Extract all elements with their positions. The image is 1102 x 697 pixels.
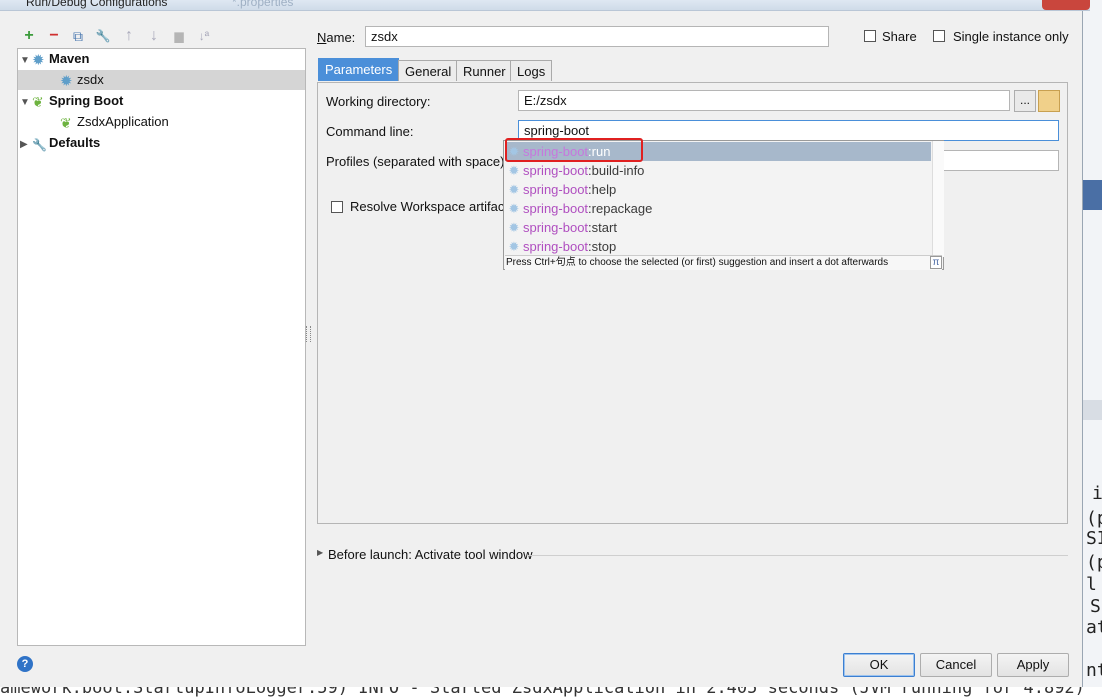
tree-item-defaults[interactable]: ▶ 🔧 Defaults bbox=[20, 133, 100, 153]
command-line-label: Command line: bbox=[326, 124, 414, 139]
background-gray-block bbox=[1083, 400, 1102, 420]
background-blue-block bbox=[1083, 180, 1102, 210]
profiles-label: Profiles (separated with space) bbox=[326, 154, 505, 169]
gear-icon: ✹ bbox=[508, 201, 520, 216]
name-label: Name: bbox=[317, 30, 356, 45]
gear-icon: ✹ bbox=[508, 163, 520, 178]
ok-button[interactable]: OK bbox=[843, 653, 915, 677]
pi-icon[interactable]: π bbox=[930, 256, 942, 269]
share-label[interactable]: Share bbox=[882, 29, 917, 44]
console-text: SI bbox=[1086, 528, 1102, 549]
tab-runner[interactable]: Runner bbox=[456, 60, 513, 81]
tab-general[interactable]: General bbox=[398, 60, 459, 81]
divider bbox=[527, 555, 1068, 556]
console-text: i bbox=[1092, 483, 1102, 504]
gear-icon: ✹ bbox=[508, 182, 520, 197]
cancel-button[interactable]: Cancel bbox=[920, 653, 992, 677]
console-text: (p bbox=[1086, 552, 1102, 573]
browse-button[interactable]: ... bbox=[1014, 90, 1036, 112]
close-window-button[interactable] bbox=[1042, 0, 1090, 10]
spring-boot-app-icon: ❦ bbox=[60, 115, 72, 131]
popup-scrollbar[interactable] bbox=[932, 141, 944, 257]
name-input[interactable]: zsdx bbox=[365, 26, 829, 47]
chevron-right-icon[interactable]: ▶ bbox=[317, 548, 323, 557]
background-tab-title: *.properties bbox=[232, 0, 294, 9]
gear-icon: ✹ bbox=[32, 52, 45, 69]
title-bar[interactable]: Run/Debug Configurations *.properties bbox=[0, 0, 1090, 11]
resolve-workspace-checkbox[interactable] bbox=[331, 201, 343, 213]
suggestion-item[interactable]: ✹ spring-boot:start bbox=[505, 218, 931, 237]
apply-button[interactable]: Apply bbox=[997, 653, 1069, 677]
background-console-bottom: amework.boot.StartupInfoLogger:59) INFO … bbox=[0, 687, 1102, 697]
chevron-right-icon[interactable]: ▶ bbox=[20, 135, 32, 155]
move-up-icon[interactable]: ↑ bbox=[120, 27, 138, 45]
chevron-down-icon[interactable]: ▼ bbox=[20, 51, 32, 71]
single-instance-checkbox[interactable] bbox=[933, 30, 945, 42]
name-label-text: ame: bbox=[326, 30, 356, 45]
console-text: nt bbox=[1086, 660, 1102, 681]
single-instance-label[interactable]: Single instance only bbox=[953, 29, 1069, 44]
profiles-input[interactable] bbox=[940, 150, 1059, 171]
splitter-handle[interactable] bbox=[306, 326, 311, 342]
console-text: S bbox=[1090, 596, 1101, 617]
console-log-line: amework.boot.StartupInfoLogger:59) INFO … bbox=[0, 687, 1085, 697]
sort-icon[interactable]: ↓ª bbox=[195, 27, 213, 45]
copy-icon[interactable]: ⧉ bbox=[69, 27, 87, 45]
tree-item-spring-boot[interactable]: ▼ ❦ Spring Boot bbox=[20, 91, 123, 111]
share-checkbox[interactable] bbox=[864, 30, 876, 42]
spring-boot-icon: ❦ bbox=[32, 94, 44, 110]
folder-variables-icon[interactable] bbox=[1038, 90, 1060, 112]
gear-icon: ✹ bbox=[508, 220, 520, 235]
tree-item-label: Spring Boot bbox=[49, 93, 124, 108]
wrench-icon: 🔧 bbox=[32, 138, 47, 152]
help-icon[interactable]: ? bbox=[17, 656, 33, 672]
folder-icon[interactable]: ▆ bbox=[170, 27, 188, 45]
console-text: (p bbox=[1086, 508, 1102, 529]
tree-item-zsdx[interactable]: ✹ zsdx bbox=[18, 70, 305, 90]
working-directory-label: Working directory: bbox=[326, 94, 431, 109]
tab-parameters[interactable]: Parameters bbox=[318, 58, 400, 81]
hint-text: Press Ctrl+句点 to choose the selected (or… bbox=[506, 257, 889, 268]
tree-item-label: ZsdxApplication bbox=[77, 114, 169, 129]
tree-item-zsdxapplication[interactable]: ❦ ZsdxApplication bbox=[60, 112, 169, 132]
console-text: l bbox=[1086, 574, 1097, 595]
remove-icon[interactable]: − bbox=[45, 27, 63, 45]
resolve-workspace-label[interactable]: Resolve Workspace artifac bbox=[350, 199, 504, 214]
suggestion-item[interactable]: ✹ spring-boot:help bbox=[505, 180, 931, 199]
suggestion-item[interactable]: ✹ spring-boot:repackage bbox=[505, 199, 931, 218]
highlight-annotation bbox=[505, 138, 643, 162]
tab-logs[interactable]: Logs bbox=[510, 60, 553, 81]
tree-item-maven[interactable]: ▼ ✹ Maven bbox=[20, 49, 89, 69]
before-launch-label[interactable]: Before launch: Activate tool window bbox=[328, 547, 533, 562]
autocomplete-hint: Press Ctrl+句点 to choose the selected (or… bbox=[505, 255, 942, 270]
gear-icon: ✹ bbox=[60, 73, 73, 90]
move-down-icon[interactable]: ↓ bbox=[145, 27, 163, 45]
add-icon[interactable]: + bbox=[20, 27, 38, 45]
gear-icon: ✹ bbox=[508, 239, 520, 254]
wrench-icon[interactable]: 🔧 bbox=[94, 27, 112, 45]
window-title: Run/Debug Configurations bbox=[26, 0, 168, 9]
configuration-tree[interactable]: ▼ ✹ Maven ✹ zsdx ▼ ❦ Spring Boot ❦ ZsdxApplica… bbox=[17, 48, 306, 646]
chevron-down-icon[interactable]: ▼ bbox=[20, 93, 32, 113]
tree-item-label: Defaults bbox=[49, 135, 101, 150]
console-text: at bbox=[1086, 617, 1102, 638]
tree-item-label: Maven bbox=[49, 51, 90, 66]
suggestion-item[interactable]: ✹ spring-boot:build-info bbox=[505, 161, 931, 180]
suggestion-item[interactable]: ✹ spring-boot:stop bbox=[505, 237, 931, 256]
tree-item-label: zsdx bbox=[77, 72, 104, 87]
working-directory-input[interactable]: E:/zsdx bbox=[518, 90, 1010, 111]
